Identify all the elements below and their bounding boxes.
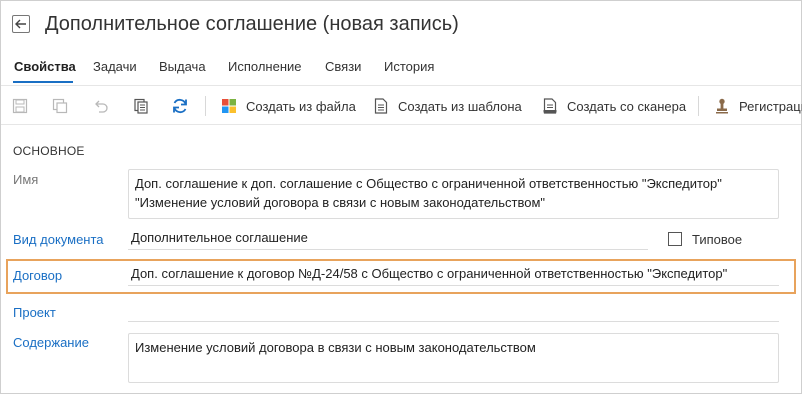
name-line-2: "Изменение условий договора в связи с но…	[135, 195, 546, 210]
registration-label: Регистраци	[739, 98, 802, 114]
tab-tasks[interactable]: Задачи	[93, 59, 137, 74]
content-label[interactable]: Содержание	[13, 335, 89, 350]
toolbar-separator	[698, 96, 699, 116]
document-icon	[372, 97, 390, 115]
arrow-left-icon	[15, 19, 26, 29]
doc-type-label[interactable]: Вид документа	[13, 232, 104, 247]
project-field[interactable]	[128, 302, 779, 322]
tab-issue[interactable]: Выдача	[159, 59, 206, 74]
stamp-icon	[713, 97, 731, 115]
divider	[1, 124, 801, 125]
tab-execution[interactable]: Исполнение	[228, 59, 302, 74]
tab-history[interactable]: История	[384, 59, 434, 74]
doc-type-field[interactable]: Дополнительное соглашение	[128, 230, 648, 250]
name-line-1: Доп. соглашение к доп. соглашение с Обще…	[135, 176, 722, 191]
typical-checkbox[interactable]	[668, 232, 682, 246]
name-field[interactable]: Доп. соглашение к доп. соглашение с Обще…	[128, 169, 779, 219]
create-from-file-label: Создать из файла	[246, 98, 356, 114]
create-from-file-button[interactable]: Создать из файла	[220, 95, 356, 117]
create-from-scanner-label: Создать со сканера	[567, 98, 687, 114]
section-title: ОСНОВНОЕ	[13, 144, 85, 158]
registration-button[interactable]: Регистраци	[713, 95, 802, 117]
project-label[interactable]: Проект	[13, 305, 56, 320]
divider	[1, 85, 801, 86]
save-icon[interactable]	[10, 96, 30, 116]
typical-label: Типовое	[692, 232, 743, 247]
content-field[interactable]: Изменение условий договора в связи с нов…	[128, 333, 779, 383]
create-from-scanner-button[interactable]: Создать со сканера	[541, 95, 686, 117]
undo-icon[interactable]	[91, 96, 111, 116]
scanner-document-icon	[541, 97, 559, 115]
create-from-template-button[interactable]: Создать из шаблона	[372, 95, 522, 117]
contract-label[interactable]: Договор	[13, 268, 62, 283]
active-tab-indicator	[13, 81, 73, 83]
toolbar-separator	[205, 96, 206, 116]
copy-icon[interactable]	[131, 96, 151, 116]
content-text: Изменение условий договора в связи с нов…	[135, 340, 536, 355]
create-from-template-label: Создать из шаблона	[398, 98, 522, 114]
window-frame: Дополнительное соглашение (новая запись)…	[0, 0, 802, 394]
refresh-icon[interactable]	[170, 96, 190, 116]
tab-links[interactable]: Связи	[325, 59, 361, 74]
tab-properties[interactable]: Свойства	[14, 59, 76, 74]
name-label: Имя	[13, 172, 39, 187]
windows-logo-icon	[220, 97, 238, 115]
contract-field[interactable]: Доп. соглашение к договор №Д-24/58 с Общ…	[128, 266, 779, 286]
page-title: Дополнительное соглашение (новая запись)	[45, 13, 459, 35]
toolbar: Создать из файла Создать из шаблона Созд…	[1, 89, 802, 123]
save-and-close-icon[interactable]	[50, 96, 70, 116]
back-button[interactable]	[12, 15, 30, 33]
